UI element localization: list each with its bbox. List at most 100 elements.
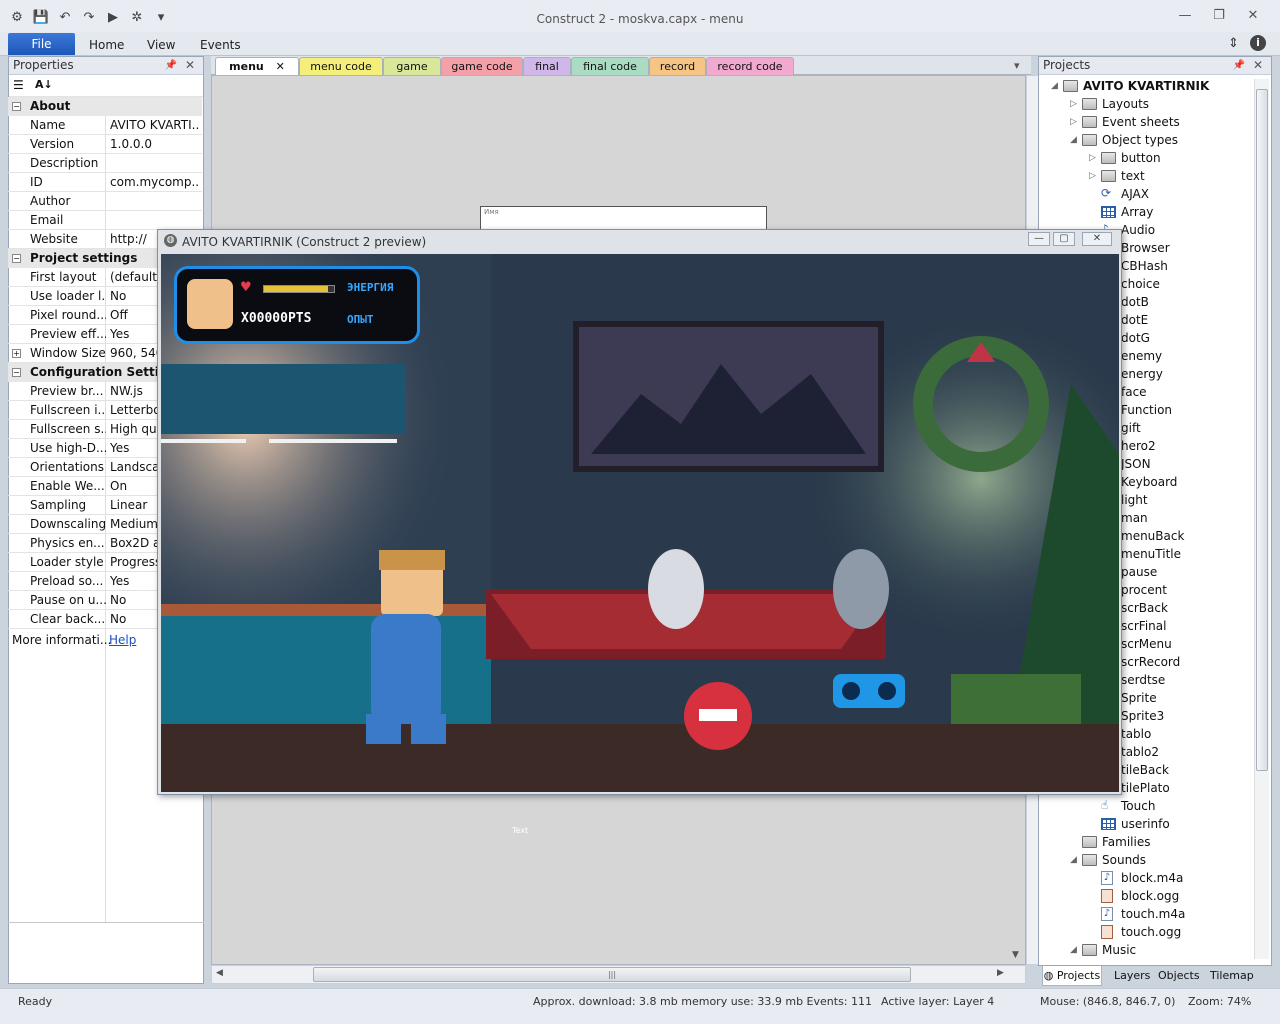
tab-projects-label: Projects	[1056, 969, 1101, 982]
close-panel-icon[interactable]: ✕	[1253, 57, 1263, 74]
tree-item-touch-m4a[interactable]: ♪ touch.m4a	[1039, 905, 1253, 923]
expand-icon[interactable]: +	[12, 349, 21, 358]
tree-item-event-sheets[interactable]: ▷ Event sheets	[1039, 113, 1253, 131]
tree-item-touch[interactable]: ☝ Touch	[1039, 797, 1253, 815]
preview-window[interactable]: ◍ AVITO KVARTIRNIK (Construct 2 preview)…	[157, 229, 1122, 795]
preview-minimize-icon[interactable]: —	[1028, 232, 1050, 246]
tab-final-code[interactable]: final code	[571, 57, 649, 75]
folder-icon	[1101, 152, 1116, 164]
property-row[interactable]: Author	[8, 192, 202, 211]
tree-item-avito-kvartirnik[interactable]: ◢ AVITO KVARTIRNIK	[1039, 77, 1253, 95]
tab-record-code[interactable]: record code	[706, 57, 794, 75]
preview-close-icon[interactable]: ✕	[1082, 232, 1112, 246]
projects-scroll-thumb[interactable]	[1256, 89, 1268, 771]
tab-events[interactable]: Events	[200, 38, 241, 52]
hud-panel: ♥ ЭНЕРГИЯ X00000PTS ОПЫТ	[174, 266, 420, 344]
tab-final[interactable]: final	[523, 57, 571, 75]
tree-item-userinfo[interactable]: userinfo	[1039, 815, 1253, 833]
tree-expander-icon[interactable]: ▷	[1089, 167, 1096, 185]
property-row[interactable]: ID com.mycomp...	[8, 173, 202, 192]
game-viewport[interactable]: ♥ ЭНЕРГИЯ X00000PTS ОПЫТ	[161, 254, 1119, 792]
tree-expander-icon[interactable]: ◢	[1070, 851, 1077, 869]
pin-icon[interactable]: 📌	[1233, 57, 1245, 74]
ribbon-collapse-icon[interactable]: ⇕	[1228, 36, 1239, 51]
tree-expander-icon[interactable]: ◢	[1070, 941, 1077, 959]
tree-item-music[interactable]: ◢ Music	[1039, 941, 1253, 959]
scroll-left-icon[interactable]: ◀	[216, 968, 223, 978]
file-menu-button[interactable]: File	[8, 33, 75, 55]
minimize-icon[interactable]: —	[1172, 8, 1198, 28]
tree-item-label: gift	[1121, 421, 1141, 435]
tree-item-label: dotB	[1121, 295, 1149, 309]
restore-icon[interactable]: ❐	[1206, 8, 1232, 28]
tree-expander-icon[interactable]: ▷	[1089, 149, 1096, 167]
tree-item-ajax[interactable]: ⟳ AJAX	[1039, 185, 1253, 203]
tree-item-text[interactable]: ▷ text	[1039, 167, 1253, 185]
tree-item-touch-ogg[interactable]: touch.ogg	[1039, 923, 1253, 941]
help-link[interactable]: Help	[109, 633, 136, 647]
text-object-label[interactable]: Text	[512, 826, 528, 835]
tree-expander-icon[interactable]: ▷	[1070, 113, 1077, 131]
property-key: Use high-D...	[30, 441, 106, 455]
tree-expander-icon[interactable]: ◢	[1070, 131, 1077, 149]
close-tab-icon[interactable]: ✕	[276, 60, 285, 73]
property-row[interactable]: Name AVITO KVARTI...	[8, 116, 202, 135]
tab-tilemap[interactable]: Tilemap	[1210, 966, 1254, 986]
property-row[interactable]: Version 1.0.0.0	[8, 135, 202, 154]
preview-maximize-icon[interactable]: ▢	[1053, 232, 1075, 246]
tab-record[interactable]: record	[649, 57, 706, 75]
tree-item-families[interactable]: Families	[1039, 833, 1253, 851]
close-icon[interactable]: ✕	[1240, 8, 1266, 28]
property-value[interactable]: com.mycomp...	[109, 173, 200, 191]
collapse-icon[interactable]: −	[12, 254, 21, 263]
tree-item-label: Array	[1121, 205, 1154, 219]
tab-menu[interactable]: menu ✕	[215, 57, 299, 76]
tree-expander-icon[interactable]: ▷	[1070, 95, 1077, 113]
collapse-icon[interactable]: −	[12, 102, 21, 111]
tree-item-label: pause	[1121, 565, 1158, 579]
tree-item-label: Sounds	[1102, 853, 1147, 867]
energy-bar	[263, 285, 335, 293]
floor	[161, 724, 1119, 792]
pin-icon[interactable]: 📌	[165, 57, 177, 74]
tree-item-label: Audio	[1121, 223, 1156, 237]
properties-header: Properties 📌 ✕	[9, 57, 203, 75]
scroll-right-icon[interactable]: ▶	[997, 968, 1004, 978]
tab-game[interactable]: game	[383, 57, 441, 75]
collapse-icon[interactable]: −	[12, 368, 21, 377]
tree-expander-icon[interactable]: ◢	[1051, 77, 1058, 95]
help-info-icon[interactable]: i	[1250, 35, 1266, 51]
sort-categorized-icon[interactable]: ☰	[13, 78, 24, 92]
property-row[interactable]: Description	[8, 154, 202, 173]
tab-list-dropdown-icon[interactable]: ▾	[1014, 59, 1020, 72]
tab-layers[interactable]: Layers	[1114, 966, 1150, 986]
tree-item-block-ogg[interactable]: block.ogg	[1039, 887, 1253, 905]
tree-item-layouts[interactable]: ▷ Layouts	[1039, 95, 1253, 113]
scroll-down-icon[interactable]: ▼	[1012, 950, 1019, 960]
property-value[interactable]: AVITO KVARTI...	[109, 116, 200, 134]
tree-item-object-types[interactable]: ◢ Object types	[1039, 131, 1253, 149]
properties-toolbar: ☰ A↓	[9, 75, 203, 97]
tree-item-array[interactable]: Array	[1039, 203, 1253, 221]
tab-game-code[interactable]: game code	[441, 57, 523, 75]
status-bar: Ready Approx. download: 3.8 mb memory us…	[0, 988, 1280, 1024]
status-mouse: Mouse: (846.8, 846.7, 0)	[1040, 995, 1176, 1008]
tab-view[interactable]: View	[147, 38, 175, 52]
tab-home[interactable]: Home	[89, 38, 124, 52]
sort-alphabetical-icon[interactable]: A↓	[35, 78, 53, 91]
close-panel-icon[interactable]: ✕	[185, 57, 195, 74]
property-section[interactable]: − About	[8, 97, 202, 116]
tab-menu-code[interactable]: menu code	[299, 57, 383, 75]
folder-icon	[1082, 944, 1097, 956]
tree-item-label: procent	[1121, 583, 1167, 597]
tree-item-block-m4a[interactable]: ♪ block.m4a	[1039, 869, 1253, 887]
tree-item-sounds[interactable]: ◢ Sounds	[1039, 851, 1253, 869]
tab-projects[interactable]: ◍ Projects	[1042, 966, 1102, 986]
name-text-object[interactable]: Имя	[480, 206, 767, 230]
tab-objects[interactable]: Objects	[1158, 966, 1200, 986]
horizontal-scroll-thumb[interactable]: |||	[313, 967, 911, 982]
property-value[interactable]: 1.0.0.0	[109, 135, 200, 153]
property-row[interactable]: Email	[8, 211, 202, 230]
tree-item-button[interactable]: ▷ button	[1039, 149, 1253, 167]
projects-scrollbar[interactable]	[1254, 79, 1269, 959]
